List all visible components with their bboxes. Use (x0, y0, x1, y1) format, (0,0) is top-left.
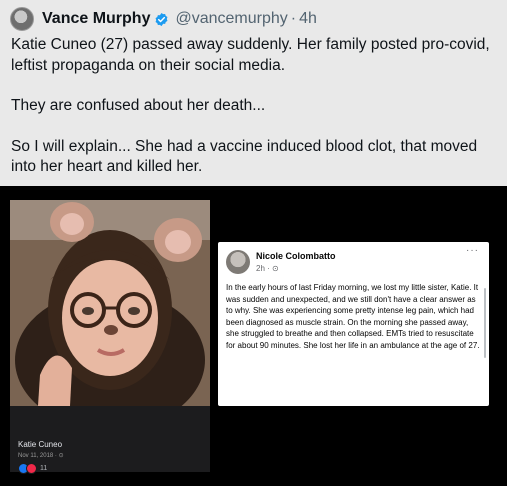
photo-caption-name[interactable]: Katie Cuneo (18, 440, 62, 449)
avatar[interactable] (10, 7, 34, 31)
post-author-avatar[interactable] (226, 250, 250, 274)
reactions[interactable]: 11 (18, 463, 47, 474)
facebook-post-card: Nicole Colombatto 2h · ⊙ ··· In the earl… (218, 242, 489, 406)
tweet-media[interactable]: Katie Cuneo Nov 11, 2018 · ⊙ 11 Nicole C… (0, 186, 507, 486)
portrait-illustration (10, 200, 210, 406)
separator: · (290, 10, 297, 27)
tweet-line: Katie Cuneo (27) passed away suddenly. H… (11, 36, 490, 74)
handle[interactable]: @vancemurphy (175, 10, 287, 28)
display-name[interactable]: Vance Murphy (42, 10, 150, 28)
tweet-header: Vance Murphy @vancemurphy · 4h (10, 6, 317, 32)
post-body: In the early hours of last Friday mornin… (226, 283, 480, 350)
photo-caption-date: Nov 11, 2018 · ⊙ (18, 453, 64, 459)
profile-photo[interactable] (10, 200, 210, 406)
timestamp[interactable]: 4h (299, 10, 317, 28)
post-meta: 2h · ⊙ (256, 264, 279, 273)
tweet-line: They are confused about her death... (11, 97, 266, 114)
more-options-icon[interactable]: ··· (466, 245, 479, 256)
tweet[interactable]: Vance Murphy @vancemurphy · 4h Katie Cun… (0, 0, 507, 486)
tweet-line: So I will explain... She had a vaccine i… (11, 137, 478, 176)
verified-badge-icon (156, 12, 168, 26)
post-scrollbar[interactable] (484, 288, 486, 358)
tweet-text: Katie Cuneo (27) passed away suddenly. H… (11, 35, 503, 178)
reaction-count: 11 (40, 465, 48, 472)
love-reaction-icon (26, 463, 37, 474)
profile-photo-card: Katie Cuneo Nov 11, 2018 · ⊙ 11 (10, 200, 210, 474)
post-author-name[interactable]: Nicole Colombatto (256, 251, 336, 261)
